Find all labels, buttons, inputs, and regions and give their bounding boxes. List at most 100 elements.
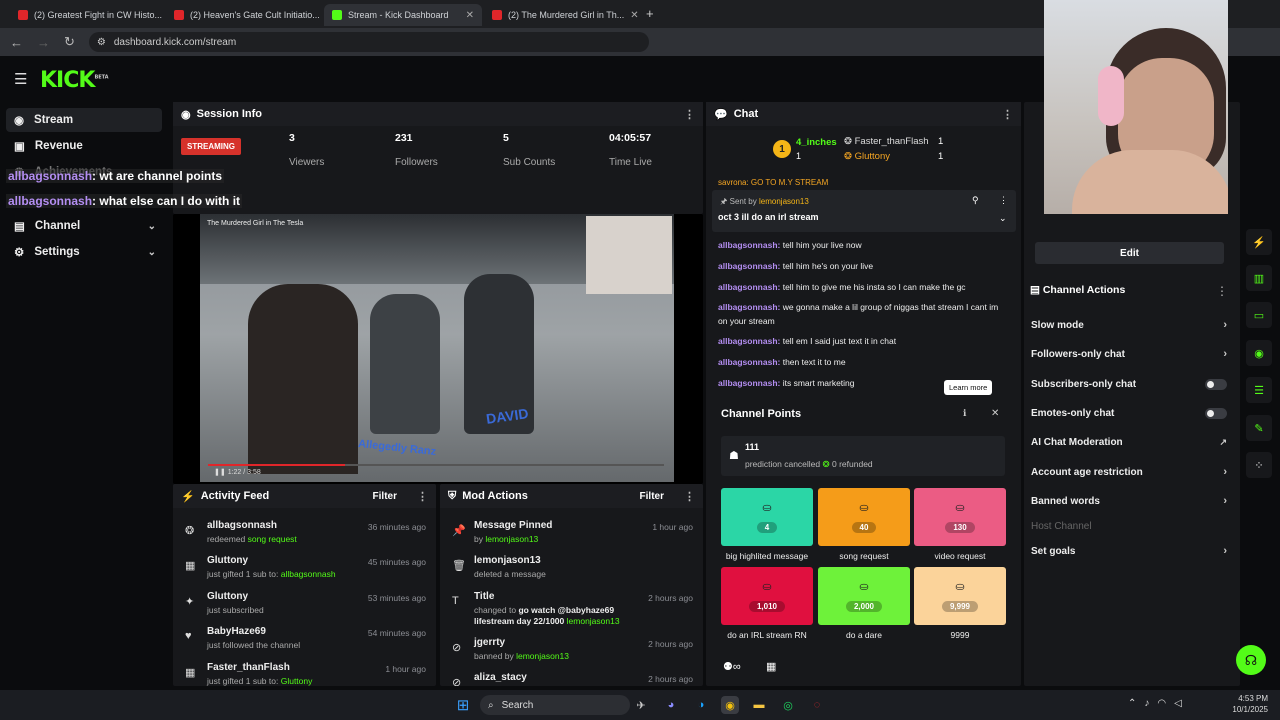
activity-row[interactable]: ♥ BabyHaze69 just followed the channel 54 m… [173,626,436,662]
reward-label: 9999 [950,630,970,640]
browser-tab[interactable]: (2) Heaven's Gate Cult Initiatio...✕ [166,4,324,26]
sidebar-item-label: Revenue [34,140,83,152]
sidebar-item-stream[interactable]: ◉ Stream [6,108,162,132]
chat-username[interactable]: allbagsonnash: [718,336,780,346]
set-goals-row[interactable]: Set goals › [1031,542,1227,560]
slow-mode-row[interactable]: Slow mode › [1031,316,1227,334]
mod-row[interactable]: 🗑 lemonjason13 deleted a message [440,555,703,591]
gift-icon: ▦ [185,667,196,679]
more-icon[interactable]: ⋮ [684,108,695,121]
activity-row[interactable]: ❂ allbagsonnash redeemed song request 36 mi… [173,520,436,556]
broadcast-icon[interactable]: ◉ [1246,340,1272,366]
unpin-icon[interactable]: ⚲ [972,195,979,206]
pinned-message[interactable]: 🖈 Sent by lemonjason13 oct 3 ill do an i… [712,190,1016,232]
reward-card[interactable]: ⛀ 2,000 [818,567,910,625]
mod-row[interactable]: 📌 Message Pinned by lemonjason13 1 hour ago [440,520,703,556]
followers-only-row[interactable]: Followers-only chat › [1031,345,1227,363]
browser-tab-active[interactable]: Stream - Kick Dashboard ✕ [324,4,482,26]
new-tab-button[interactable]: + [646,6,654,21]
more-icon[interactable]: ⋮ [684,490,695,503]
system-tray[interactable]: ⌃♪◠◁ [1128,698,1190,709]
menu-icon[interactable]: ☰ [14,70,27,88]
browser-tab[interactable]: (2) The Murdered Girl in Th... ✕ [484,4,642,26]
sidebar-item-revenue[interactable]: ▣ Revenue [6,134,162,158]
taskbar-search[interactable]: ⌕ Search [480,695,630,715]
more-icon[interactable]: ⋮ [999,195,1008,206]
filter-button[interactable]: Filter [640,491,664,502]
chat-message[interactable]: allbagsonnash: tell em I said just text … [718,334,1008,348]
activity-row[interactable]: ▦ Gluttony just gifted 1 sub to: allbagson… [173,555,436,591]
mod-row[interactable]: ⊘ jgerrty banned by lemonjason13 2 hours ag… [440,637,703,673]
sidebar-item-channel[interactable]: ▤ Channel ⌄ [6,214,162,238]
leader-entry[interactable]: ❂ Faster_thanFlash [844,136,929,147]
windows-start-icon[interactable]: ⊞ [454,696,472,714]
clock[interactable]: 4:53 PM 10/1/2025 [1228,693,1268,715]
chevron-down-icon[interactable]: ⌄ [999,213,1007,224]
more-icon[interactable]: ⋮ [1216,284,1228,298]
reload-icon[interactable]: ↻ [64,34,75,50]
info-icon[interactable]: ℹ [963,408,966,419]
leader-name[interactable]: 4_inches [796,137,837,148]
url-field[interactable]: ⚙ dashboard.kick.com/stream [88,32,649,52]
chat-bubble-icon[interactable]: ▭ [1246,302,1272,328]
close-icon[interactable]: ✕ [630,10,638,21]
chat-message[interactable]: allbagsonnash: we gonna make a lil group… [718,300,1008,328]
filter-button[interactable]: Filter [373,491,397,502]
clipboard-icon[interactable]: ▥ [1246,265,1272,291]
chat-username[interactable]: allbagsonnash: [718,282,780,292]
kick-logo[interactable]: KICKBETA [40,68,109,93]
chat-username[interactable]: allbagsonnash: [718,261,780,271]
app-icon[interactable]: ◌ [808,696,826,714]
mod-row[interactable]: T Title changed to go watch @babyhaze69 li… [440,591,703,635]
stream-preview-video[interactable]: The Murdered Girl in The Tesla Allegedly… [200,214,674,482]
account-age-row[interactable]: Account age restriction › [1031,463,1227,481]
banned-words-row[interactable]: Banned words › [1031,492,1227,510]
reward-card[interactable]: ⛀ 4 [721,488,813,546]
ai-moderation-row[interactable]: AI Chat Moderation ↗ [1031,433,1227,451]
forward-icon[interactable]: → [37,35,50,50]
help-chat-icon[interactable]: ☊ [1236,645,1266,675]
activity-row[interactable]: ▦ Faster_thanFlash just gifted 1 sub to: G… [173,662,436,686]
folder-icon[interactable]: ▬ [750,696,768,714]
chat-username[interactable]: allbagsonnash: [718,378,780,388]
site-info-icon[interactable]: ⚙ [97,37,106,48]
more-icon[interactable]: ⋮ [1002,108,1013,121]
list-icon[interactable]: ☰ [1246,377,1272,403]
reward-card[interactable]: ⛀ 40 [818,488,910,546]
wrench-icon[interactable]: ✎ [1246,415,1272,441]
edit-button[interactable]: Edit [1035,242,1224,264]
emotes-only-toggle[interactable] [1205,407,1227,419]
chat-username[interactable]: allbagsonnash: [718,357,780,367]
chrome-icon[interactable]: ◉ [721,696,739,714]
back-icon[interactable]: ← [10,35,23,50]
sidebar-item-settings[interactable]: ⚙ Settings ⌄ [6,240,162,264]
video-progress-track[interactable] [208,464,664,466]
mod-row[interactable]: ⊘ aliza_stacy 2 hours ago [440,672,703,686]
chat-username[interactable]: allbagsonnash: [718,302,780,312]
activity-row[interactable]: ✦ Gluttony just subscribed 53 minutes ago [173,591,436,627]
reward-card[interactable]: ⛀ 9,999 [914,567,1006,625]
chat-message[interactable]: allbagsonnash: then text it to me [718,355,1008,369]
store-icon[interactable]: ▦ [766,660,776,673]
close-icon[interactable]: ✕ [991,408,999,419]
browser-tab[interactable]: (2) Greatest Fight in CW Histo...✕ [10,4,168,26]
chat-username[interactable]: allbagsonnash: [718,240,780,250]
close-icon[interactable]: ✕ [466,10,474,21]
steam-icon[interactable]: ✈ [632,696,650,714]
more-icon[interactable]: ⋮ [417,490,428,503]
chat-message[interactable]: allbagsonnash: tell him your live now [718,238,1008,252]
action-label: AI Chat Moderation [1031,436,1123,448]
edge-icon[interactable]: ◑ [692,696,710,714]
bolt-icon[interactable]: ⚡ [1246,229,1272,255]
discord-icon[interactable]: ◕ [662,696,680,714]
spotify-icon[interactable]: ◎ [779,696,797,714]
reward-card[interactable]: ⛀ 1,010 [721,567,813,625]
chat-message[interactable]: allbagsonnash: tell him he's on your liv… [718,259,1008,273]
emote-icon[interactable]: ⚉∞ [723,660,741,673]
reward-card[interactable]: ⛀ 130 [914,488,1006,546]
dots-grid-icon[interactable]: ⁘ [1246,452,1272,478]
pause-icon[interactable]: ❚❚ [214,469,226,476]
leader-entry[interactable]: ❂ Gluttony [844,151,890,162]
subscribers-only-toggle[interactable] [1205,378,1227,390]
chat-message[interactable]: allbagsonnash: tell him to give me his i… [718,280,1008,294]
